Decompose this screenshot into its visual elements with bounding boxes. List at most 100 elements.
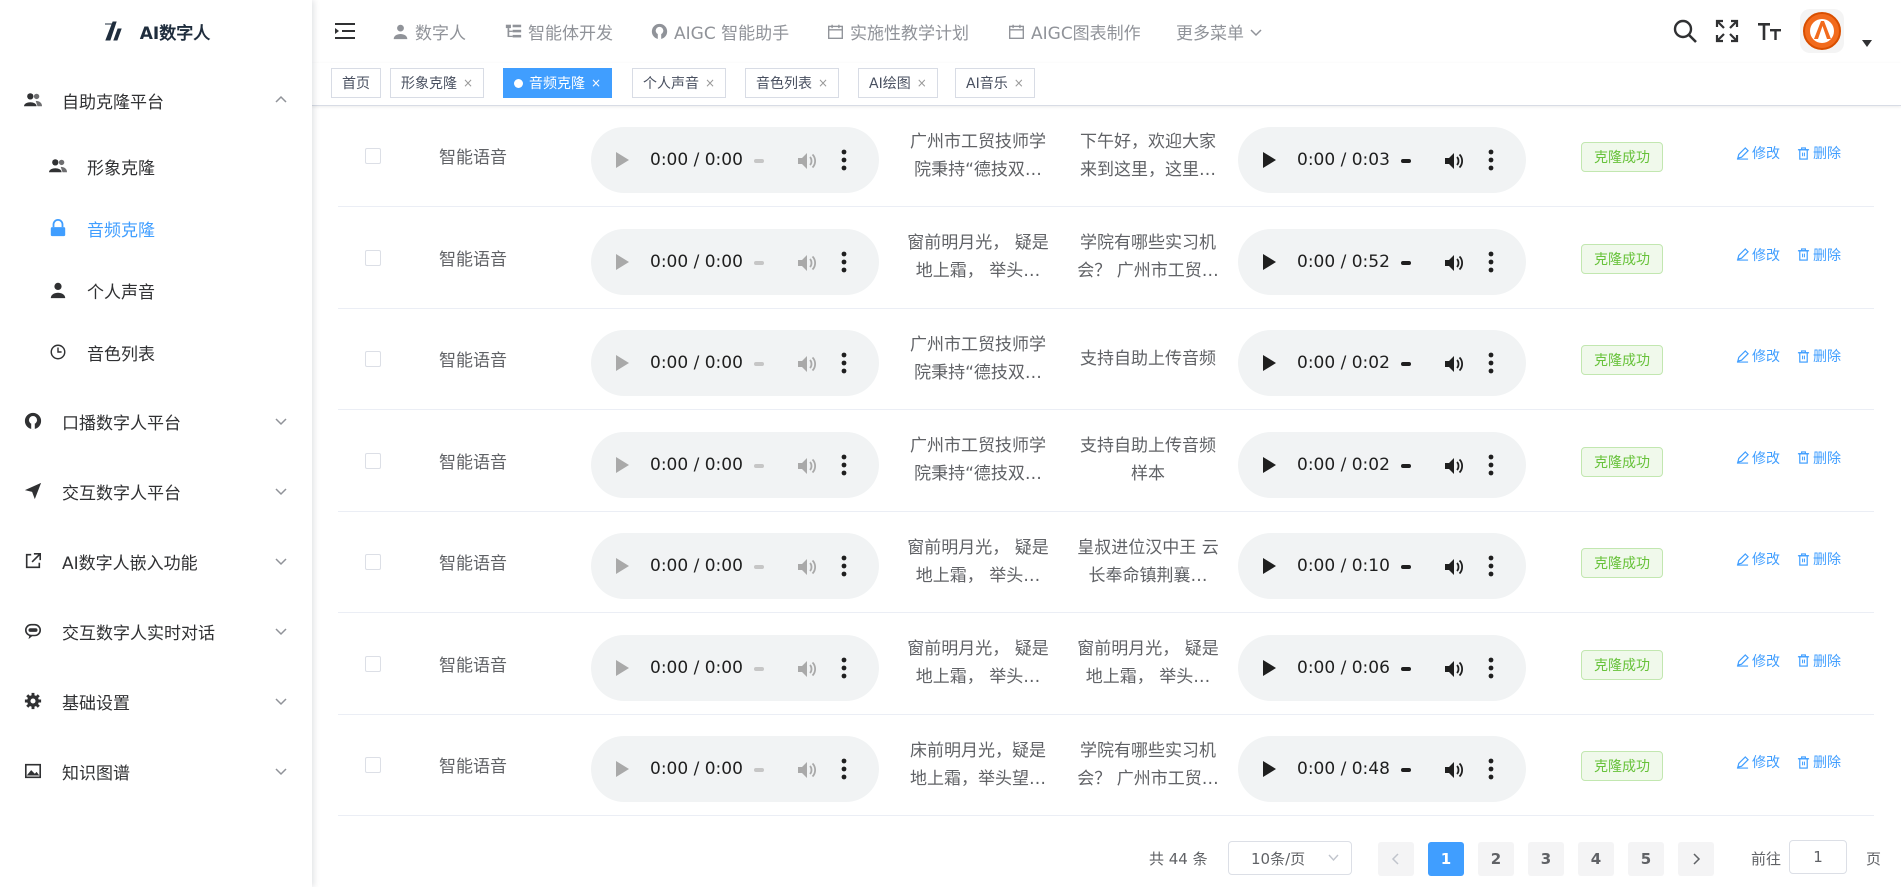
edit-button[interactable]: 修改: [1736, 245, 1780, 265]
progress-bar[interactable]: [754, 159, 764, 163]
progress-bar[interactable]: [754, 768, 764, 772]
cloned-audio-player[interactable]: 0:00 / 0:03: [1238, 127, 1526, 193]
cloned-audio-player[interactable]: 0:00 / 0:10: [1238, 533, 1526, 599]
delete-button[interactable]: 删除: [1797, 651, 1841, 671]
hamburger-icon[interactable]: [334, 20, 356, 42]
nav-link-teaching-plan[interactable]: 实施性教学计划: [827, 0, 969, 63]
volume-icon[interactable]: [796, 353, 818, 375]
menu-interactive-platform[interactable]: 交互数字人平台: [0, 461, 312, 521]
volume-icon[interactable]: [1443, 252, 1465, 274]
menu-realtime-chat[interactable]: 交互数字人实时对话: [0, 601, 312, 661]
page-button-1[interactable]: 1: [1428, 842, 1464, 876]
tag-voice-list[interactable]: 音色列表 ×: [745, 68, 840, 98]
cloned-audio-player[interactable]: 0:00 / 0:48: [1238, 736, 1526, 802]
row-checkbox[interactable]: [365, 757, 381, 773]
more-vertical-icon[interactable]: [841, 657, 847, 679]
play-icon[interactable]: [616, 253, 629, 270]
more-vertical-icon[interactable]: [841, 149, 847, 171]
more-vertical-icon[interactable]: [841, 454, 847, 476]
row-checkbox[interactable]: [365, 148, 381, 164]
row-checkbox[interactable]: [365, 452, 381, 469]
app-logo[interactable]: AI数字人: [0, 0, 312, 62]
nav-link-aigc-assistant[interactable]: AIGC 智能助手: [651, 0, 789, 63]
play-icon[interactable]: [616, 659, 629, 676]
play-icon[interactable]: [1263, 152, 1276, 168]
edit-button[interactable]: 修改: [1736, 143, 1780, 163]
avatar[interactable]: [1800, 9, 1844, 53]
tag-home[interactable]: 首页: [331, 68, 381, 98]
edit-button[interactable]: 修改: [1736, 346, 1780, 366]
play-icon[interactable]: [1263, 558, 1276, 574]
tag-ai-drawing[interactable]: AI绘图 ×: [858, 68, 938, 98]
tag-audio-clone[interactable]: 音频克隆 ×: [503, 68, 613, 98]
next-page-button[interactable]: [1678, 842, 1714, 876]
search-icon[interactable]: [1672, 18, 1698, 44]
close-icon[interactable]: ×: [591, 76, 601, 90]
menu-embed-function[interactable]: AI数字人嵌入功能: [0, 531, 312, 591]
volume-icon[interactable]: [796, 150, 818, 172]
progress-bar[interactable]: [754, 565, 764, 569]
page-button-2[interactable]: 2: [1478, 842, 1514, 876]
play-icon[interactable]: [616, 558, 629, 574]
progress-bar[interactable]: [1401, 565, 1411, 569]
more-vertical-icon[interactable]: [841, 352, 847, 374]
menu-self-clone-platform[interactable]: 自助克隆平台: [0, 70, 312, 130]
more-vertical-icon[interactable]: [1488, 149, 1494, 171]
progress-bar[interactable]: [1401, 768, 1411, 772]
volume-icon[interactable]: [796, 556, 818, 578]
page-button-5[interactable]: 5: [1628, 842, 1664, 876]
more-vertical-icon[interactable]: [1488, 454, 1494, 476]
volume-icon[interactable]: [1443, 759, 1465, 781]
progress-bar[interactable]: [1401, 362, 1411, 366]
play-icon[interactable]: [1263, 456, 1276, 473]
play-icon[interactable]: [616, 355, 629, 371]
progress-bar[interactable]: [754, 260, 764, 265]
tag-ai-music[interactable]: AI音乐 ×: [955, 68, 1035, 98]
caret-down-icon[interactable]: [1862, 40, 1872, 48]
volume-icon[interactable]: [1443, 353, 1465, 375]
nav-link-agent-dev[interactable]: 智能体开发: [505, 0, 613, 63]
delete-button[interactable]: 删除: [1797, 752, 1841, 772]
play-icon[interactable]: [1263, 355, 1276, 371]
progress-bar[interactable]: [754, 463, 764, 468]
delete-button[interactable]: 删除: [1797, 143, 1841, 163]
volume-icon[interactable]: [1443, 150, 1465, 172]
close-icon[interactable]: ×: [1014, 76, 1024, 90]
goto-page-input[interactable]: 1: [1789, 840, 1847, 874]
row-checkbox[interactable]: [365, 554, 381, 570]
progress-bar[interactable]: [1401, 463, 1411, 468]
close-icon[interactable]: ×: [705, 76, 715, 90]
more-vertical-icon[interactable]: [1488, 555, 1494, 577]
close-icon[interactable]: ×: [818, 76, 828, 90]
row-checkbox[interactable]: [365, 249, 381, 266]
page-size-select[interactable]: 10条/页: [1228, 841, 1352, 875]
play-icon[interactable]: [1263, 761, 1276, 777]
cloned-audio-player[interactable]: 0:00 / 0:02: [1238, 330, 1526, 396]
sidebar-item-personal-voice[interactable]: 个人声音: [0, 260, 312, 320]
page-button-4[interactable]: 4: [1578, 842, 1614, 876]
more-vertical-icon[interactable]: [1488, 657, 1494, 679]
progress-bar[interactable]: [1401, 260, 1411, 265]
more-vertical-icon[interactable]: [841, 251, 847, 273]
menu-knowledge-graph[interactable]: 知识图谱: [0, 741, 312, 801]
progress-bar[interactable]: [1401, 666, 1411, 671]
tag-personal-voice[interactable]: 个人声音 ×: [632, 68, 727, 98]
prev-page-button[interactable]: [1378, 842, 1414, 876]
cloned-audio-player[interactable]: 0:00 / 0:06: [1238, 634, 1526, 701]
progress-bar[interactable]: [1401, 159, 1411, 163]
play-icon[interactable]: [616, 456, 629, 473]
volume-icon[interactable]: [796, 455, 818, 477]
volume-icon[interactable]: [1443, 658, 1465, 680]
source-audio-player[interactable]: 0:00 / 0:00: [591, 431, 879, 498]
delete-button[interactable]: 删除: [1797, 448, 1841, 468]
edit-button[interactable]: 修改: [1736, 549, 1780, 569]
tag-image-clone[interactable]: 形象克隆 ×: [390, 68, 485, 98]
page-button-3[interactable]: 3: [1528, 842, 1564, 876]
fullscreen-icon[interactable]: [1714, 18, 1740, 44]
row-checkbox[interactable]: [365, 351, 381, 367]
nav-link-digital-human[interactable]: 数字人: [392, 0, 466, 63]
edit-button[interactable]: 修改: [1736, 752, 1780, 772]
edit-button[interactable]: 修改: [1736, 448, 1780, 468]
play-icon[interactable]: [1263, 659, 1276, 676]
delete-button[interactable]: 删除: [1797, 549, 1841, 569]
